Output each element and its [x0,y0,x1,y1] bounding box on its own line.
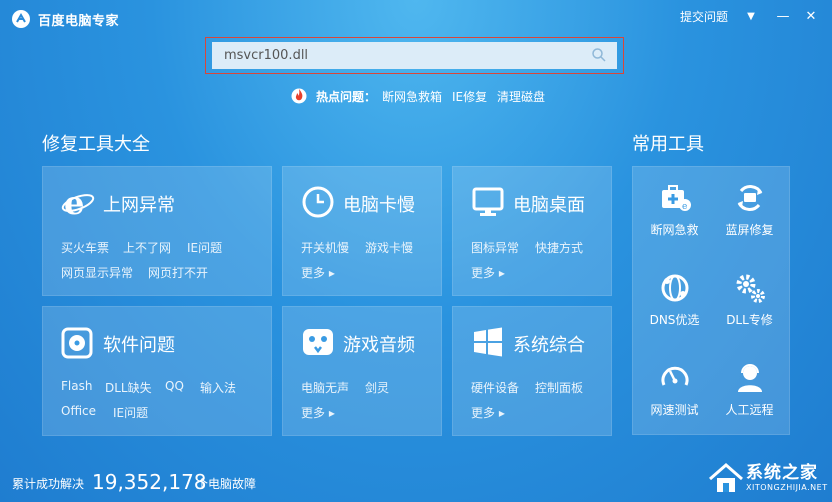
first-aid-kit-icon: e [661,185,691,212]
card-title: 游戏音频 [343,335,415,356]
link-ie-problem[interactable]: IE问题 [113,404,148,421]
footer-solved-count: 19,352,178 [92,470,207,494]
app-window: 百度电脑专家 提交问题 ▼ — ✕ 热点问题： 断网急救箱 IE修复 清理磁盘 … [0,0,832,502]
link-ie-problem[interactable]: IE问题 [187,239,222,256]
search-box [212,42,617,69]
watermark-url: XITONGZHIJIA.NET [746,483,828,492]
flame-icon [291,88,307,104]
close-button[interactable]: ✕ [800,6,822,26]
link-page-display-error[interactable]: 网页显示异常 [61,264,133,281]
common-tools-panel: e 断网急救 蓝屏修复 DNS优选 DLL专修 网速测试 人工远程 [632,166,790,435]
link-hardware-devices[interactable]: 硬件设备 [471,379,519,396]
link-icon-error[interactable]: 图标异常 [471,239,519,256]
ie-browser-icon: e [61,185,95,219]
card-desktop[interactable]: 电脑桌面 图标异常 快捷方式 更多 ▸ [452,166,612,296]
footer-solved-label: 累计成功解决 [12,477,85,491]
more-link[interactable]: 更多 ▸ [301,404,335,421]
link-shortcuts[interactable]: 快捷方式 [535,239,583,256]
search-icon[interactable] [591,47,607,63]
tool-label: 人工远程 [725,403,774,417]
feedback-link[interactable]: 提交问题 [680,8,728,25]
card-title: 系统综合 [513,335,585,356]
monitor-icon [472,187,504,216]
link-slow-boot[interactable]: 开关机慢 [301,239,349,256]
link-blade-soul[interactable]: 剑灵 [365,379,389,396]
tool-label: DLL专修 [726,313,773,327]
dns-globe-icon [661,274,688,302]
svg-text:e: e [682,202,687,212]
tool-bluescreen-repair[interactable]: 蓝屏修复 [712,181,787,238]
link-input-method[interactable]: 输入法 [200,379,236,396]
link-game-lag[interactable]: 游戏卡慢 [365,239,413,256]
tool-label: 蓝屏修复 [725,223,774,237]
support-agent-icon [737,364,762,392]
card-game-audio[interactable]: 游戏音频 电脑无声 剑灵 更多 ▸ [282,306,442,436]
tool-remote-support[interactable]: 人工远程 [712,361,787,418]
card-title: 电脑卡慢 [343,195,415,216]
tool-label: 断网急救 [650,223,699,237]
tool-dns-optimize[interactable]: DNS优选 [637,271,712,328]
more-link[interactable]: 更多 ▸ [471,404,505,421]
house-logo-icon [709,463,743,492]
link-qq[interactable]: QQ [165,379,184,393]
windows-logo-icon [474,327,502,357]
link-dll-missing[interactable]: DLL缺失 [105,379,152,396]
baidu-logo-icon [12,10,30,28]
tool-dll-repair[interactable]: DLL专修 [712,271,787,328]
card-title: 软件问题 [103,335,175,356]
search-input[interactable] [212,42,594,69]
repair-tools-title: 修复工具大全 [42,134,150,155]
footer-suffix: 个电脑故障 [196,477,257,491]
gamepad-icon [303,329,333,355]
app-title: 百度电脑专家 [38,14,120,29]
link-flash[interactable]: Flash [61,379,92,393]
card-system-general[interactable]: 系统综合 硬件设备 控制面板 更多 ▸ [452,306,612,436]
link-control-panel[interactable]: 控制面板 [535,379,583,396]
gears-icon [736,274,765,303]
card-slow-computer[interactable]: 电脑卡慢 开关机慢 游戏卡慢 更多 ▸ [282,166,442,296]
hot-link-network-rescue[interactable]: 断网急救箱 [382,88,442,105]
more-link[interactable]: 更多 ▸ [301,264,335,281]
minimize-button[interactable]: — [772,6,794,26]
card-software-issues[interactable]: 软件问题 Flash DLL缺失 QQ 输入法 Office IE问题 [42,306,272,436]
hot-topics-label: 热点问题： [316,90,377,104]
speedometer-icon [661,366,688,386]
card-title: 上网异常 [103,195,175,216]
link-no-sound[interactable]: 电脑无声 [301,379,349,396]
link-page-not-open[interactable]: 网页打不开 [148,264,208,281]
link-cannot-connect[interactable]: 上不了网 [123,239,171,256]
link-office[interactable]: Office [61,404,96,418]
hot-link-ie-repair[interactable]: IE修复 [452,88,487,105]
watermark: 系统之家 XITONGZHIJIA.NET [708,455,832,502]
common-tools-title: 常用工具 [632,134,704,155]
more-link[interactable]: 更多 ▸ [471,264,505,281]
card-title: 电脑桌面 [513,195,585,216]
watermark-title: 系统之家 [746,463,818,483]
tool-speed-test[interactable]: 网速测试 [637,361,712,418]
bluescreen-repair-icon [737,185,762,211]
tool-network-rescue[interactable]: e 断网急救 [637,181,712,238]
clock-icon [302,186,334,218]
tool-label: DNS优选 [649,313,700,327]
software-disc-icon [61,327,93,359]
card-internet-issues[interactable]: e 上网异常 买火车票 上不了网 IE问题 网页显示异常 网页打不开 [42,166,272,296]
hot-link-clean-disk[interactable]: 清理磁盘 [497,88,545,105]
link-train-tickets[interactable]: 买火车票 [61,239,109,256]
tool-label: 网速测试 [650,403,699,417]
dropdown-menu-button[interactable]: ▼ [740,6,762,26]
